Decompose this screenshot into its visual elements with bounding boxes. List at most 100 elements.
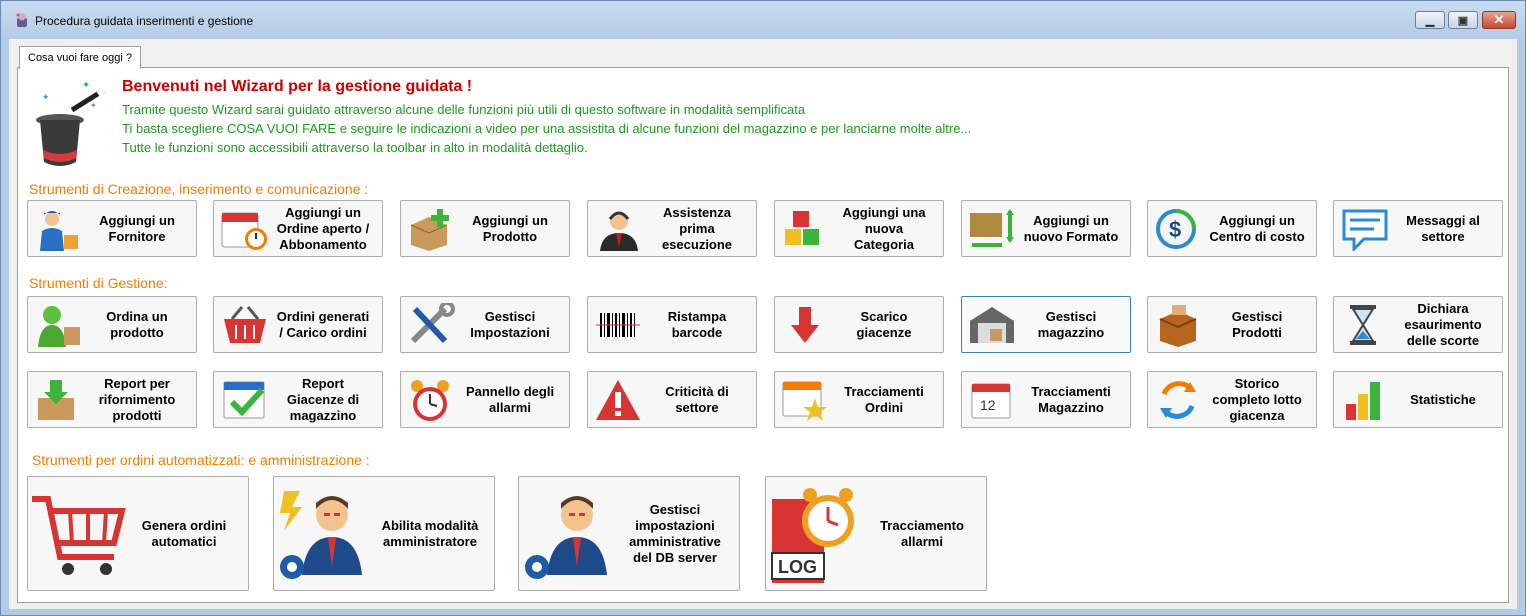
lot-history-button[interactable]: Storico completo lotto giacenza [1147,371,1317,428]
app-icon [16,13,27,27]
restock-report-button[interactable]: Report per rifornimento prodotti [27,371,197,428]
add-open-order-label: Aggiungi un Ordine aperto / Abbonamento [276,204,370,252]
generated-orders-button[interactable]: Ordini generati / Carico ordini [213,296,383,353]
add-product-button[interactable]: Aggiungi un Prodotto [400,200,570,257]
arrow-down-icon [791,307,819,343]
tools-icon [410,303,455,344]
minimize-icon: ▁ [1425,14,1435,27]
add-cost-center-button[interactable]: $ Aggiungi un Centro di costo [1147,200,1317,257]
section-creation: Strumenti di Creazione, inserimento e co… [29,181,369,197]
calendar-clock-icon [221,212,267,250]
wizard-hat-icon: ✦ ✦ ✦ [36,80,107,166]
svg-text:✦: ✦ [42,92,50,102]
resize-box-icon [970,209,1014,247]
tab-page: ✦ ✦ ✦ Benvenuti nel Wizard per la gestio… [17,67,1509,603]
maximize-button[interactable]: ▣ [1448,11,1478,29]
restock-report-label: Report per rifornimento prodotti [98,375,176,423]
admin-db-settings-label: Gestisci impostazioni amministrative del… [629,501,721,565]
generate-orders-button[interactable]: Genera ordini automatici [27,476,249,591]
barcode-icon [596,313,640,337]
refresh-arrows-icon [1160,381,1196,419]
add-category-button[interactable]: Aggiungi una nuova Categoria [774,200,944,257]
add-format-button[interactable]: Aggiungi un nuovo Formato [961,200,1131,257]
admin-db-settings-button[interactable]: Gestisci impostazioni amministrative del… [518,476,740,591]
order-product-button[interactable]: Ordina un prodotto [27,296,197,353]
alarm-tracking-button[interactable]: LOG Tracciamento allarmi [765,476,987,591]
welcome-line-2: Ti basta scegliere COSA VUOI FARE e segu… [122,121,972,136]
manage-products-button[interactable]: Gestisci Prodotti [1147,296,1317,353]
welcome-line-3: Tutte le funzioni sono accessibili attra… [122,140,588,155]
admin-mode-label: Abilita modalità amministratore [381,517,479,549]
warning-icon [596,380,640,420]
admin-gear-icon [525,496,607,579]
calendar-check-icon [223,381,265,419]
add-cost-center-label: Aggiungi un Centro di costo [1209,212,1305,244]
admin-lightning-icon [280,491,362,579]
order-tracking-label: Tracciamenti Ordini [844,383,924,415]
cart-icon [32,496,126,575]
support-agent-icon [600,211,638,251]
add-supplier-button[interactable]: Aggiungi un Fornitore [27,200,197,257]
manage-settings-label: Gestisci Impostazioni [470,308,550,340]
section-automation: Strumenti per ordini automatizzati: e am… [32,452,370,468]
sector-criticality-label: Criticità di settore [665,383,729,415]
courier-icon [40,211,78,251]
tab-cosa-vuoi-fare[interactable]: Cosa vuoi fare oggi ? [19,46,141,69]
section-management: Strumenti di Gestione: [29,275,168,291]
svg-text:✦: ✦ [90,101,97,110]
add-product-label: Aggiungi un Prodotto [472,212,548,244]
alarm-clock-icon [411,380,449,421]
add-category-label: Aggiungi una nuova Categoria [842,204,926,252]
alarm-tracking-label: Tracciamento allarmi [880,517,964,549]
messages-button[interactable]: Messaggi al settore [1333,200,1503,257]
sector-criticality-button[interactable]: Criticità di settore [587,371,757,428]
title-bar[interactable]: Procedura guidata inserimenti e gestione… [1,1,1525,39]
warehouse-tracking-button[interactable]: 12 Tracciamenti Magazzino [961,371,1131,428]
stock-report-label: Report Giacenze di magazzino [286,375,360,423]
manage-products-label: Gestisci Prodotti [1231,308,1283,340]
manage-warehouse-button[interactable]: Gestisci magazzino [961,296,1131,353]
manage-warehouse-label: Gestisci magazzino [1037,308,1105,340]
alarm-log-icon: LOG [771,488,854,583]
message-icon [1342,209,1388,251]
stock-unload-button[interactable]: Scarico giacenze [774,296,944,353]
cubes-icon [785,211,819,245]
declare-exhaustion-button[interactable]: Dichiara esaurimento delle scorte [1333,296,1503,353]
generate-orders-label: Genera ordini automatici [141,517,227,549]
close-button[interactable]: ✕ [1482,11,1516,29]
stock-report-button[interactable]: Report Giacenze di magazzino [213,371,383,428]
reprint-barcode-label: Ristampa barcode [667,308,727,340]
alarm-panel-label: Pannello degli allarmi [465,383,555,415]
svg-text:$: $ [1169,217,1181,242]
declare-exhaustion-label: Dichiara esaurimento delle scorte [1404,300,1482,348]
boxes-icon [1159,305,1197,347]
log-badge: LOG [778,557,817,577]
add-open-order-button[interactable]: Aggiungi un Ordine aperto / Abbonamento [213,200,383,257]
reprint-barcode-button[interactable]: Ristampa barcode [587,296,757,353]
admin-mode-button[interactable]: Abilita modalità amministratore [273,476,495,591]
hourglass-icon [1350,305,1376,345]
alarm-panel-button[interactable]: Pannello degli allarmi [400,371,570,428]
welcome-title: Benvenuti nel Wizard per la gestione gui… [122,78,473,95]
order-product-label: Ordina un prodotto [106,308,168,340]
svg-text:✦: ✦ [82,80,90,91]
manage-settings-button[interactable]: Gestisci Impostazioni [400,296,570,353]
close-icon: ✕ [1493,12,1505,27]
lot-history-label: Storico completo lotto giacenza [1212,375,1302,423]
welcome-line-1: Tramite questo Wizard sarai guidato attr… [122,102,806,117]
calendar-12-icon: 12 [971,383,1011,419]
statistics-button[interactable]: Statistiche [1333,371,1503,428]
box-download-icon [38,380,74,420]
calendar-day: 12 [980,397,996,413]
wizard-window: Procedura guidata inserimenti e gestione… [0,0,1526,616]
box-add-icon [410,209,449,251]
messages-label: Messaggi al settore [1406,212,1480,244]
warehouse-tracking-label: Tracciamenti Magazzino [1031,383,1111,415]
shopping-user-icon [38,306,80,347]
minimize-button[interactable]: ▁ [1415,11,1445,29]
bar-chart-icon [1346,382,1380,420]
order-tracking-button[interactable]: Tracciamenti Ordini [774,371,944,428]
dollar-cycle-icon: $ [1156,209,1196,249]
calendar-star-icon [782,381,827,421]
support-button[interactable]: Assistenza prima esecuzione [587,200,757,257]
